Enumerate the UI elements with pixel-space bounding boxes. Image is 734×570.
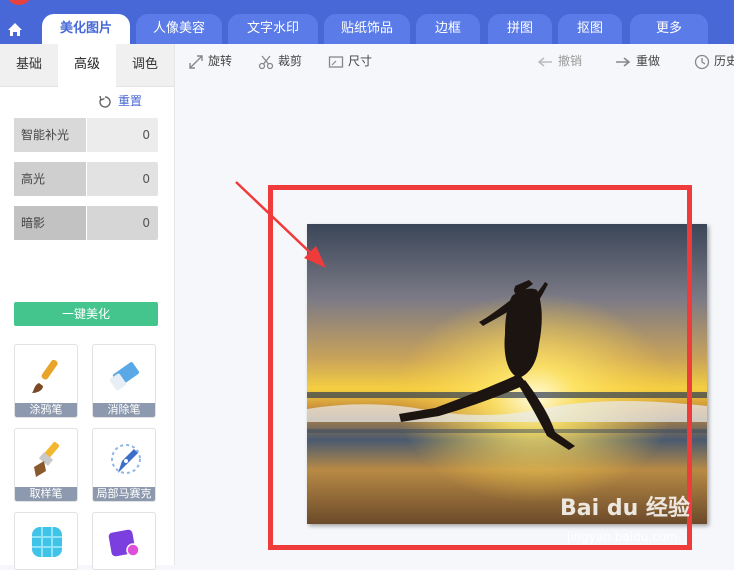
- subtab-color[interactable]: 调色: [116, 44, 174, 87]
- tab-collage[interactable]: 拼图: [488, 14, 552, 44]
- size-button[interactable]: 尺寸: [328, 52, 372, 70]
- tool-doodle-pen[interactable]: 涂鸦笔: [14, 344, 78, 418]
- tab-stickers[interactable]: 贴纸饰品: [324, 14, 410, 44]
- tool-label: 取样笔: [15, 487, 77, 501]
- size-label: 尺寸: [348, 54, 373, 68]
- tool-sample-pen[interactable]: 取样笔: [14, 428, 78, 502]
- subtab-advanced[interactable]: 高级: [58, 44, 116, 87]
- app-logo: [6, 0, 32, 5]
- top-nav-bar: 美化图片 人像美容 文字水印 贴纸饰品 边框 拼图 抠图 更多: [0, 0, 734, 44]
- tool-shape[interactable]: [92, 512, 156, 570]
- tab-border[interactable]: 边框: [416, 14, 480, 44]
- tool-mosaic[interactable]: [14, 512, 78, 570]
- rotate-label: 旋转: [208, 54, 233, 68]
- slider-highlight[interactable]: 高光 0: [14, 162, 158, 196]
- crop-button[interactable]: 裁剪: [258, 52, 302, 70]
- tool-label: 局部马赛克: [93, 487, 155, 501]
- shape-icon: [108, 529, 140, 557]
- crop-label: 裁剪: [278, 54, 303, 68]
- redo-arrow-icon: [616, 56, 631, 67]
- slider-shadow[interactable]: 暗影 0: [14, 206, 158, 240]
- pen-nib-icon: [111, 444, 141, 474]
- tab-portrait[interactable]: 人像美容: [136, 14, 222, 44]
- subtab-basic[interactable]: 基础: [0, 44, 58, 87]
- left-panel: 基础 高级 调色 重置 智能补光 0 高光 0 暗影 0 一键美化 涂鸦笔 消除…: [0, 44, 175, 570]
- history-label: 历史: [714, 54, 734, 68]
- tool-local-mosaic[interactable]: 局部马赛克: [92, 428, 156, 502]
- slider-label: 高光: [21, 172, 46, 186]
- tool-label: 涂鸦笔: [15, 403, 77, 417]
- sample-brush-icon: [34, 441, 60, 477]
- home-icon: [8, 23, 22, 36]
- slider-fill-light[interactable]: 智能补光 0: [14, 118, 158, 152]
- rotate-button[interactable]: 旋转: [188, 52, 232, 70]
- clock-icon: [694, 54, 710, 69]
- annotation-arrow-icon: [235, 181, 326, 268]
- watermark-url: jingyan.baidu.com: [567, 530, 678, 544]
- history-button[interactable]: 历史: [694, 52, 734, 70]
- reset-button[interactable]: 重置: [98, 92, 142, 109]
- undo-label: 撤销: [558, 54, 583, 68]
- slider-label: 智能补光: [21, 128, 70, 142]
- reset-label: 重置: [118, 94, 143, 108]
- slider-label: 暗影: [21, 216, 46, 230]
- watermark-brand: Bai du 经验: [560, 496, 690, 521]
- tab-cutout[interactable]: 抠图: [558, 14, 622, 44]
- redo-label: 重做: [636, 54, 661, 68]
- eraser-icon: [109, 362, 140, 391]
- tab-text-watermark[interactable]: 文字水印: [228, 14, 318, 44]
- home-button[interactable]: [0, 14, 30, 44]
- resize-icon: [328, 55, 344, 68]
- tab-more[interactable]: 更多: [630, 14, 708, 44]
- rotate-icon: [189, 54, 203, 69]
- one-click-beautify-button[interactable]: 一键美化: [14, 302, 158, 326]
- tool-label: 消除笔: [93, 403, 155, 417]
- reset-icon: [99, 95, 111, 108]
- slider-value: 0: [142, 216, 150, 230]
- mosaic-icon: [32, 527, 62, 557]
- tool-eraser-pen[interactable]: 消除笔: [92, 344, 156, 418]
- slider-value: 0: [142, 172, 150, 186]
- undo-arrow-icon: [537, 56, 552, 67]
- brush-icon: [32, 359, 58, 393]
- slider-value: 0: [142, 128, 150, 142]
- scissors-icon: [258, 55, 274, 69]
- undo-button[interactable]: 撤销: [536, 52, 582, 70]
- tab-beautify[interactable]: 美化图片: [42, 14, 130, 44]
- redo-button[interactable]: 重做: [614, 52, 660, 70]
